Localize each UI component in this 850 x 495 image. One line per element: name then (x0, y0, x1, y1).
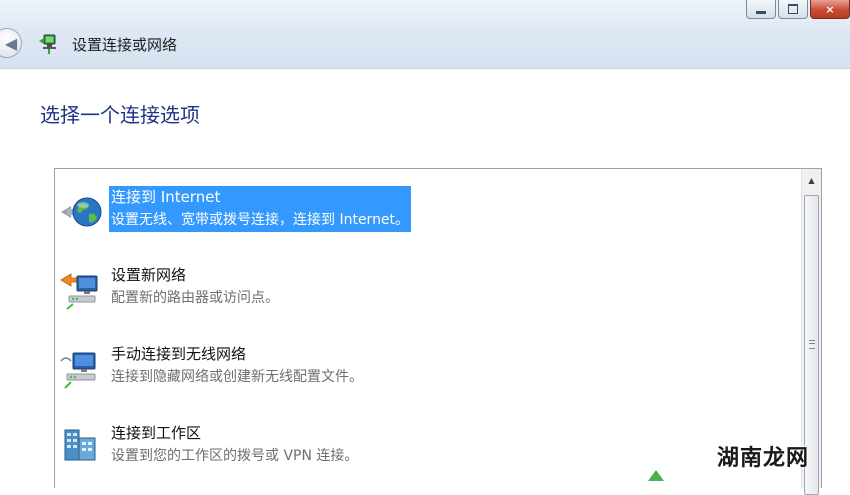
window-title: 设置连接或网络 (72, 36, 178, 54)
globe-icon (61, 197, 102, 227)
network-wizard-icon (39, 34, 56, 54)
option-connect-internet[interactable]: 连接到 Internet 设置无线、宽带或拨号连接，连接到 Internet。 (55, 186, 795, 246)
workplace-icon (64, 429, 96, 461)
connection-options-list[interactable]: 连接到 Internet 设置无线、宽带或拨号连接，连接到 Internet。 … (54, 168, 822, 495)
new-network-icon (60, 273, 98, 310)
page-heading: 选择一个连接选项 (40, 103, 200, 127)
wireless-network-icon (60, 352, 96, 389)
watermark-logo-icon (648, 470, 664, 481)
option-text: 手动连接到无线网络 连接到隐藏网络或创建新无线配置文件。 (111, 343, 363, 389)
scroll-grip-icon (809, 340, 815, 349)
close-button[interactable]: × (810, 0, 850, 19)
option-text: 连接到工作区 设置到您的工作区的拨号或 VPN 连接。 (111, 422, 358, 468)
option-title: 连接到工作区 (111, 424, 202, 442)
option-manual-wireless[interactable]: 手动连接到无线网络 连接到隐藏网络或创建新无线配置文件。 (55, 343, 795, 403)
close-icon: × (825, 2, 835, 16)
maximize-icon (788, 4, 798, 14)
option-description: 设置无线、宽带或拨号连接，连接到 Internet。 (111, 212, 410, 228)
back-arrow-icon: ◀ (4, 33, 18, 53)
maximize-button[interactable] (778, 0, 808, 19)
watermark-text: 湖南龙网 (717, 446, 810, 471)
option-text: 连接到 Internet 设置无线、宽带或拨号连接，连接到 Internet。 (109, 186, 412, 232)
option-connect-workplace[interactable]: 连接到工作区 设置到您的工作区的拨号或 VPN 连接。 (55, 422, 795, 482)
minimize-button[interactable] (746, 0, 776, 19)
option-description: 设置到您的工作区的拨号或 VPN 连接。 (111, 448, 359, 464)
scroll-up-button[interactable]: ▲ (802, 171, 821, 189)
minimize-icon (756, 10, 766, 14)
option-title: 设置新网络 (111, 266, 187, 284)
option-title: 手动连接到无线网络 (111, 345, 247, 363)
option-setup-new-network[interactable]: 设置新网络 配置新的路由器或访问点。 (55, 264, 795, 324)
option-title: 连接到 Internet (111, 188, 221, 206)
option-description: 连接到隐藏网络或创建新无线配置文件。 (111, 369, 363, 385)
title-bar: × ◀ 设置连接或网络 (0, 0, 850, 69)
back-button[interactable]: ◀ (0, 28, 22, 58)
option-description: 配置新的路由器或访问点。 (111, 290, 279, 306)
option-text: 设置新网络 配置新的路由器或访问点。 (111, 264, 279, 310)
scroll-up-icon: ▲ (808, 175, 815, 185)
window-controls: × (744, 0, 850, 20)
